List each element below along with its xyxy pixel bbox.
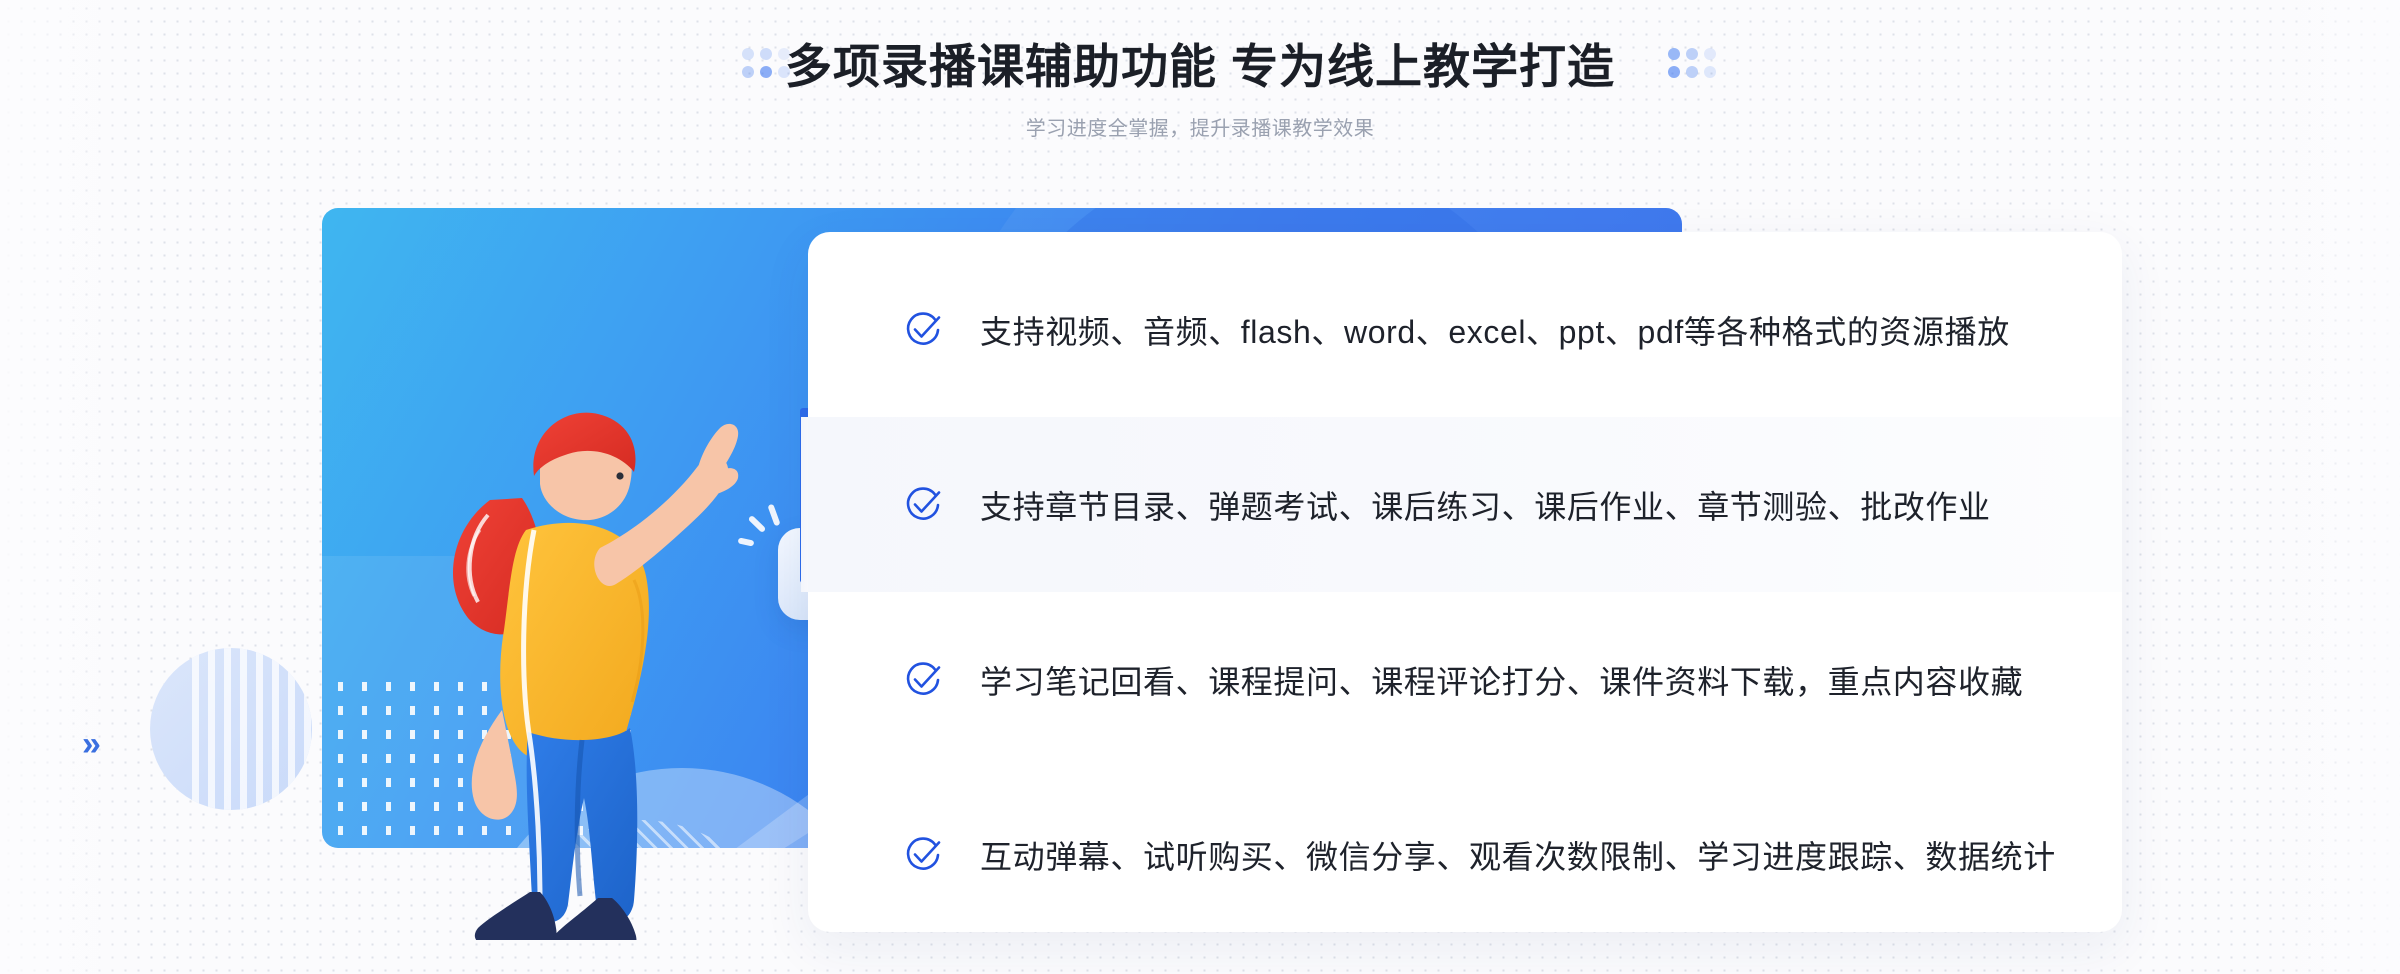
circle-stripes (192, 648, 312, 810)
feature-card: 支持视频、音频、flash、word、excel、ppt、pdf等各种格式的资源… (801, 232, 2122, 932)
woman-pointing-up-illustration (452, 412, 739, 940)
feature-label: 支持视频、音频、flash、word、excel、ppt、pdf等各种格式的资源… (980, 313, 2010, 350)
check-circle-icon (906, 661, 941, 695)
page-title: 多项录播课辅助功能 专为线上教学打造 (784, 40, 1616, 93)
decorative-striped-circle (150, 648, 312, 810)
feature-label: 学习笔记回看、课程提问、课程评论打分、课件资料下载，重点内容收藏 (980, 663, 2024, 700)
decorative-dot-cluster-right (1668, 48, 1716, 84)
feature-label: 支持章节目录、弹题考试、课后练习、课后作业、章节测验、批改作业 (980, 488, 1991, 525)
feature-list: 支持视频、音频、flash、word、excel、ppt、pdf等各种格式的资源… (801, 232, 2122, 932)
decorative-dot-cluster-left (742, 48, 790, 84)
page-subtitle: 学习进度全掌握，提升录播课教学效果 (1025, 118, 1375, 140)
feature-row[interactable]: 支持章节目录、弹题考试、课后练习、课后作业、章节测验、批改作业 (801, 417, 2122, 592)
feature-row[interactable]: 互动弹幕、试听购买、微信分享、观看次数限制、学习进度跟踪、数据统计 (808, 767, 2122, 942)
feature-row[interactable]: 支持视频、音频、flash、word、excel、ppt、pdf等各种格式的资源… (808, 242, 2122, 417)
check-circle-icon (906, 836, 941, 870)
check-circle-icon (906, 311, 941, 345)
check-circle-icon (906, 486, 941, 520)
feature-row[interactable]: 学习笔记回看、课程提问、课程评论打分、课件资料下载，重点内容收藏 (808, 592, 2122, 767)
page-header: 多项录播课辅助功能 专为线上教学打造 学习进度全掌握，提升录播课教学效果 (0, 0, 2400, 170)
feature-label: 互动弹幕、试听购买、微信分享、观看次数限制、学习进度跟踪、数据统计 (980, 838, 2056, 875)
chevron-right-icon: » (82, 725, 101, 763)
